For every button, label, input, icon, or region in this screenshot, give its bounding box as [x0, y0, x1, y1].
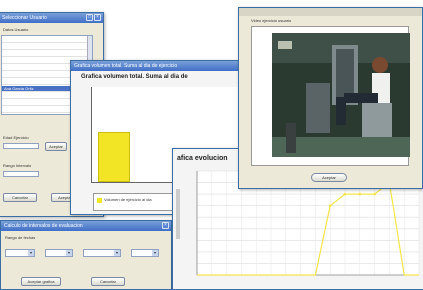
chevron-down-icon: ▾: [152, 250, 158, 256]
accept-chart-button[interactable]: Aceptar grafica: [21, 277, 61, 286]
volume-window-title-text: Grafica volumen total. Suma al dia de ej…: [74, 63, 178, 69]
patients-form-label-1: Edad Ejercicio: [3, 135, 29, 140]
exercise-video-image: [272, 33, 410, 157]
list-item[interactable]: [2, 44, 88, 50]
data-point: [343, 192, 347, 196]
patients-form-label-2: Rango Intervalo: [3, 163, 32, 168]
volume-window-title: Grafica volumen total. Suma al dia de ej…: [71, 61, 259, 71]
intervals-window-title-text: Calculo de intervalos de evaluacion: [4, 223, 83, 229]
video-window: Video ejercicio usuario Aceptar: [238, 7, 423, 189]
volume-bar: [98, 132, 130, 182]
legend-label: Volumen de ejercicio al dia: [104, 197, 152, 202]
video-accept-button[interactable]: Aceptar: [311, 173, 347, 182]
date-dropdown-3[interactable]: ▾: [83, 249, 121, 257]
date-dropdown-2[interactable]: ▾: [45, 249, 73, 257]
intervals-section-label: Rango de fechas: [5, 235, 36, 240]
intervals-window-title: Calculo de intervalos de evaluacion: [1, 221, 171, 231]
patients-field-2[interactable]: [3, 171, 39, 177]
legend-swatch: [97, 198, 102, 203]
data-point: [358, 192, 362, 196]
patients-section-label: Datos Usuario: [3, 27, 29, 32]
list-item[interactable]: [2, 51, 88, 57]
chevron-down-icon: ▾: [66, 250, 72, 256]
close-icon[interactable]: ×: [94, 14, 101, 21]
chevron-down-icon: ▾: [114, 250, 120, 256]
maximize-icon[interactable]: □: [86, 14, 93, 21]
volume-legend: Volumen de ejercicio al dia: [93, 193, 183, 211]
intervals-window: Calculo de intervalos de evaluacion × Ra…: [0, 220, 172, 290]
date-dropdown-1[interactable]: ▾: [5, 249, 35, 257]
video-window-titlebar: [239, 8, 422, 16]
evolution-chart-heading: afica evolucion: [177, 155, 228, 162]
video-inner-label: Video ejercicio usuario: [251, 18, 292, 23]
patients-field-1[interactable]: [3, 143, 39, 149]
patients-window-title-text: Seleccionar Usuario: [2, 15, 47, 21]
video-frame: [251, 26, 410, 166]
chevron-down-icon: ▾: [28, 250, 34, 256]
patients-accept-small-button[interactable]: Aceptar: [45, 142, 67, 151]
data-point: [373, 192, 376, 196]
date-dropdown-4[interactable]: ▾: [131, 249, 159, 257]
list-item[interactable]: [2, 37, 88, 43]
evolution-y-label: [176, 189, 180, 239]
close-icon[interactable]: ×: [162, 222, 169, 229]
volume-chart-heading: Grafica volumen total. Suma al dia de: [81, 74, 188, 80]
cancel-intervals-button[interactable]: Cancelar: [91, 277, 125, 286]
patients-cancel-button[interactable]: Cancelar: [3, 193, 37, 202]
data-point: [328, 204, 332, 207]
